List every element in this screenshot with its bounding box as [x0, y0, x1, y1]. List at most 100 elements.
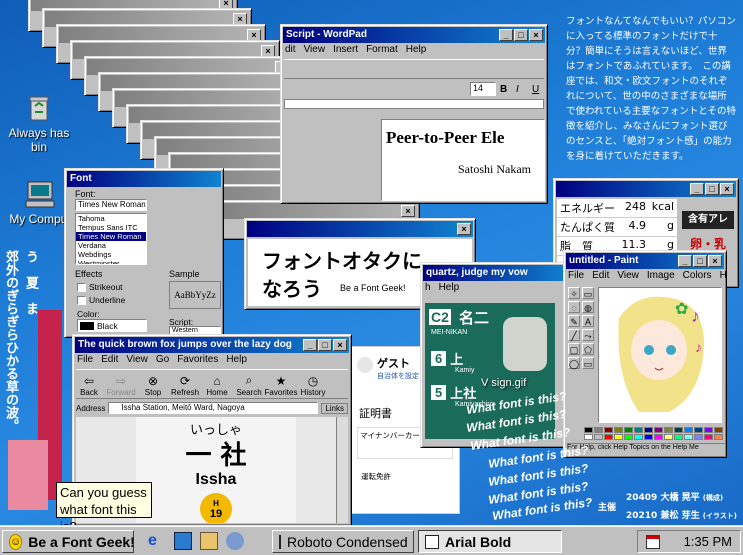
palette-swatch[interactable] [674, 434, 683, 440]
palette-swatch[interactable] [714, 427, 723, 433]
ie-search-button[interactable]: ⌕ Search [236, 373, 262, 397]
palette-swatch[interactable] [664, 434, 673, 440]
palette-swatch[interactable] [634, 427, 643, 433]
font-list-item[interactable]: Times New Roman [76, 232, 146, 241]
font-list-item[interactable]: Webdings [76, 250, 146, 259]
paint-tool-icon[interactable]: ◌ [568, 301, 580, 313]
italic-button[interactable]: I [516, 84, 528, 95]
desktop-launch-icon[interactable] [174, 532, 192, 550]
palette-swatch[interactable] [664, 427, 673, 433]
paint-palette[interactable] [584, 427, 724, 441]
palette-swatch[interactable] [584, 427, 593, 433]
maximize-button[interactable]: □ [514, 29, 528, 41]
paint-tool-icon[interactable]: ▭ [582, 287, 594, 299]
task-roboto-condensed[interactable]: Roboto Condensed [272, 530, 414, 553]
bold-button[interactable]: B [500, 84, 512, 95]
palette-swatch[interactable] [654, 434, 663, 440]
paint-tool-icon[interactable]: ▭ [582, 357, 594, 369]
font-list-item[interactable]: Westminster [76, 259, 146, 264]
palette-swatch[interactable] [704, 427, 713, 433]
font-size-select[interactable]: 14 [470, 82, 496, 96]
wordpad-menu-insert[interactable]: Insert [333, 44, 358, 58]
font-list-item[interactable]: Verdana [76, 241, 146, 250]
ie-history-button[interactable]: ◷ History [300, 374, 326, 397]
ie-menu-help[interactable]: Help [226, 354, 247, 368]
palette-swatch[interactable] [644, 434, 653, 440]
wordpad-titlebar[interactable]: Script - WordPad _ □ × [283, 27, 545, 43]
paint-menu-view[interactable]: View [617, 270, 639, 284]
ie-launch-icon[interactable]: e [148, 532, 166, 550]
palette-swatch[interactable] [684, 434, 693, 440]
media-launch-icon[interactable] [226, 532, 244, 550]
ie-titlebar[interactable]: The quick brown fox jumps over the lazy … [75, 337, 349, 353]
strikeout-checkbox[interactable]: Strikeout [77, 282, 123, 292]
palette-swatch[interactable] [684, 427, 693, 433]
paint-menu-file[interactable]: File [568, 270, 584, 284]
banner-titlebar[interactable]: × [247, 221, 473, 237]
close-button[interactable]: × [529, 29, 543, 41]
palette-swatch[interactable] [694, 434, 703, 440]
ie-max-button[interactable]: □ [318, 339, 332, 351]
paint-titlebar[interactable]: untitled - Paint _ □ × [566, 253, 724, 269]
underline-button[interactable]: U [532, 84, 544, 95]
ie-scrollbar[interactable] [336, 417, 348, 523]
palette-swatch[interactable] [584, 434, 593, 440]
paint-menu-help[interactable]: Help [720, 270, 726, 284]
ie-min-button[interactable]: _ [303, 339, 317, 351]
wordpad-menu-dit[interactable]: dit [285, 44, 296, 58]
calendar-icon[interactable] [646, 534, 660, 549]
palette-swatch[interactable] [624, 427, 633, 433]
ie-favorites-button[interactable]: ★ Favorites [265, 374, 298, 397]
min-btn[interactable]: _ [690, 183, 704, 195]
ie-menu-edit[interactable]: Edit [101, 354, 118, 368]
palette-swatch[interactable] [604, 434, 613, 440]
paint-close-button[interactable]: × [708, 255, 722, 267]
font-list-item[interactable]: Tempus Sans ITC [76, 223, 146, 232]
sign-menu-h[interactable]: h [425, 282, 431, 296]
wordpad-document[interactable]: Peer-to-Peer Ele Satoshi Nakam [381, 119, 545, 201]
links-label[interactable]: Links [321, 402, 348, 414]
ie-home-button[interactable]: ⌂ Home [204, 374, 230, 397]
wordpad-window[interactable]: Script - WordPad _ □ × dit View Insert Format… [280, 24, 548, 204]
ie-stop-button[interactable]: ⊗ Stop [140, 374, 166, 397]
palette-swatch[interactable] [694, 427, 703, 433]
underline-checkbox[interactable]: Underline [77, 295, 125, 305]
max-btn[interactable]: □ [705, 183, 719, 195]
ie-forward-button[interactable]: ⇨ Forward [106, 374, 135, 397]
minimize-button[interactable]: _ [499, 29, 513, 41]
nutrition-titlebar[interactable]: _ □ × [556, 181, 736, 197]
ie-menu-go[interactable]: Go [156, 354, 169, 368]
color-select[interactable]: Black [77, 319, 147, 332]
clock[interactable]: 1:35 PM [684, 534, 732, 549]
font-dialog-titlebar[interactable]: Font [67, 171, 221, 187]
palette-swatch[interactable] [634, 434, 643, 440]
paint-tool-icon[interactable]: ⤳ [582, 329, 594, 341]
ie-menu-view[interactable]: View [126, 354, 148, 368]
paint-tool-icon[interactable]: A [582, 315, 594, 327]
wordpad-menu-help[interactable]: Help [406, 44, 427, 58]
paint-min-button[interactable]: _ [678, 255, 692, 267]
sign-menu-help[interactable]: Help [439, 282, 460, 296]
paint-window[interactable]: untitled - Paint _ □ × File Edit View Image Co… [563, 250, 727, 458]
font-dialog[interactable]: Font Font: Times New Roman Tahoma Tempus … [64, 168, 224, 338]
guest-link[interactable]: 自治体を設定 [377, 371, 419, 381]
paint-launch-icon[interactable] [200, 532, 218, 550]
palette-swatch[interactable] [654, 427, 663, 433]
paint-tool-icon[interactable]: ╱ [568, 329, 580, 341]
palette-swatch[interactable] [644, 427, 653, 433]
ie-back-button[interactable]: ⇦ Back [76, 374, 102, 397]
start-button[interactable]: ☺ Be a Font Geek! [2, 530, 135, 553]
paint-tool-icon[interactable]: ◯ [568, 357, 580, 369]
palette-swatch[interactable] [714, 434, 723, 440]
license-item[interactable]: 運転免許 [361, 471, 391, 482]
paint-canvas[interactable]: ♪ ♪ ✿ [598, 287, 722, 423]
sign-titlebar[interactable]: quartz, judge my vow [423, 265, 569, 281]
font-list-item[interactable]: Tahoma [76, 214, 146, 223]
paint-tool-icon[interactable]: ▢ [568, 343, 580, 355]
close-btn[interactable]: × [720, 183, 734, 195]
wordpad-menu-format[interactable]: Format [366, 44, 398, 58]
paint-tool-icon[interactable]: ◍ [582, 301, 594, 313]
palette-swatch[interactable] [614, 434, 623, 440]
ie-refresh-button[interactable]: ⟳ Refresh [171, 374, 199, 397]
paint-menu-edit[interactable]: Edit [592, 270, 609, 284]
